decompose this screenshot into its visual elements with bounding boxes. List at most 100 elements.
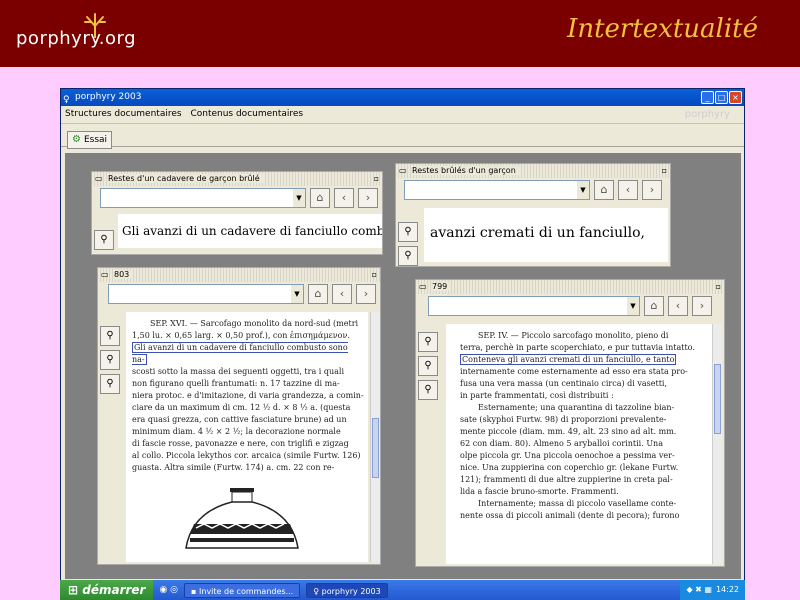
quick-launch-icons[interactable]: ◉ ◎ (159, 585, 178, 595)
text-line: guasta. Altra simile (Furtw. 174) a. cm.… (132, 463, 335, 472)
structure-combo[interactable]: ▼ (108, 284, 304, 304)
highlighted-passage[interactable]: Conteneva gli avanzi cremati di un fanci… (460, 354, 677, 365)
start-button[interactable]: ⊞ démarrer (60, 580, 154, 600)
clock: 14:22 (715, 585, 739, 594)
text-line: nente ossa di piccoli animali (dente di … (460, 511, 680, 520)
home-button[interactable]: ⌂ (644, 296, 664, 316)
text-line: 121); frammenti di due altre zuppierine … (460, 475, 673, 484)
frame-restes-cadavere[interactable]: ▭ Restes d'un cadavere de garçon brûlé ▫… (91, 171, 383, 255)
menu-contenus[interactable]: Contenus documentaires (190, 109, 303, 119)
windows-flag-icon: ⊞ (68, 583, 83, 597)
site-logo[interactable]: porphyry.org (16, 28, 136, 49)
text-line: in parte frammentati, così distribuiti : (460, 391, 614, 400)
zoom-in-icon[interactable]: ⚲ (398, 222, 418, 242)
text-line: Internamente; massa di piccolo vasellame… (478, 499, 677, 508)
essai-label: Essai (83, 134, 108, 145)
text-line: di fascie rosse, pavonazze e nere, con t… (132, 439, 349, 448)
window-title: porphyry 2003 (75, 92, 142, 102)
zoom-in-icon[interactable]: ⚲ (100, 326, 120, 346)
prev-button[interactable]: ‹ (668, 296, 688, 316)
chevron-down-icon: ▼ (577, 181, 589, 199)
text-line: 1,50 lu. × 0,65 larg. × 0,50 prof.), con… (132, 331, 350, 340)
structure-combo[interactable]: ▼ (428, 296, 640, 316)
maximize-icon[interactable]: ▫ (662, 164, 667, 178)
home-button[interactable]: ⌂ (308, 284, 328, 304)
maximize-icon[interactable]: ▫ (716, 280, 721, 294)
next-button[interactable]: › (692, 296, 712, 316)
window-titlebar[interactable]: ♀ porphyry 2003 _ □ × (61, 89, 744, 106)
zoom-out-icon[interactable]: ⚲ (418, 356, 438, 376)
vertical-scrollbar[interactable] (712, 324, 722, 564)
text-line: Conteneva gli avanzi cremati di un fanci… (460, 354, 708, 366)
text-line: SEP. XVI. — Sarcofago monolito da nord-s… (150, 319, 359, 328)
text-line: ciare da un maximum di cm. 12 ½ d. × 8 ½… (132, 403, 351, 412)
prev-button[interactable]: ‹ (334, 188, 354, 208)
prev-button[interactable]: ‹ (332, 284, 352, 304)
frame-restes-brules[interactable]: ▭ Restes brûlés d'un garçon ▫ ▼ ⌂ ‹ › ⚲ … (395, 163, 671, 267)
scroll-thumb[interactable] (714, 364, 721, 434)
essai-button[interactable]: ⚙ Essai (67, 130, 113, 149)
chevron-down-icon: ▼ (291, 285, 303, 303)
text-line: 62 con diam. 80). Almeno 5 aryballoi cor… (460, 439, 663, 448)
start-label: démarrer (82, 583, 146, 597)
home-button[interactable]: ⌂ (310, 188, 330, 208)
structure-combo[interactable]: ▼ (404, 180, 590, 200)
text-line: non figurano quelli frantumati: n. 17 ta… (132, 379, 340, 388)
text-line: internamente come esternamente ad esso e… (460, 367, 688, 376)
zoom-out-icon[interactable]: ⚲ (398, 246, 418, 266)
taskbar: ⊞ démarrer ◉ ◎ ▪ Invite de commandes... … (60, 580, 745, 600)
menu-bar: Structures documentaires Contenus docume… (61, 106, 744, 123)
frame-titlebar[interactable]: ▭ 803 ▫ (98, 268, 380, 282)
menu-structures[interactable]: Structures documentaires (65, 109, 182, 119)
minimize-button[interactable]: _ (701, 91, 714, 104)
frame-title: 799 (432, 282, 452, 291)
maximize-button[interactable]: □ (715, 91, 728, 104)
close-button[interactable]: × (729, 91, 742, 104)
slide-title: Intertextualité (567, 14, 758, 44)
run-icon: ⚙ (72, 134, 81, 145)
zoom-fit-icon[interactable]: ⚲ (418, 380, 438, 400)
next-button[interactable]: › (642, 180, 662, 200)
porphyry-app-icon: ♀ (313, 586, 322, 596)
document-page: SEP. XVI. — Sarcofago monolito da nord-s… (126, 312, 368, 562)
frame-titlebar[interactable]: ▭ Restes brûlés d'un garçon ▫ (396, 164, 670, 178)
zoom-out-icon[interactable]: ⚲ (100, 350, 120, 370)
chevron-down-icon: ▼ (293, 189, 305, 207)
text-line: olpe piccola gr. Una piccola oenochoe a … (460, 451, 675, 460)
frame-title: Restes brûlés d'un garçon (412, 166, 520, 175)
document-icon: ▭ (419, 282, 427, 291)
next-button[interactable]: › (358, 188, 378, 208)
scroll-thumb[interactable] (372, 418, 379, 478)
task-label: Invite de commandes... (199, 586, 294, 596)
text-line: lida a fascie bruno-smorte. Frammenti. (460, 487, 619, 496)
prev-button[interactable]: ‹ (618, 180, 638, 200)
tray-icons[interactable]: ◆ ✖ ▦ (686, 580, 712, 600)
structure-combo[interactable]: ▼ (100, 188, 306, 208)
frame-titlebar[interactable]: ▭ Restes d'un cadavere de garçon brûlé ▫ (92, 172, 382, 186)
frame-page-803[interactable]: ▭ 803 ▫ ▼ ⌂ ‹ › ⚲ ⚲ ⚲ SEP. XVI. — Sarcof… (97, 267, 381, 565)
task-label: porphyry 2003 (321, 586, 381, 596)
highlighted-passage[interactable]: Gli avanzi di un cadavere di fanciullo c… (132, 342, 348, 365)
zoom-in-icon[interactable]: ⚲ (418, 332, 438, 352)
document-icon: ▭ (95, 174, 103, 183)
task-porphyry[interactable]: ♀ porphyry 2003 (306, 582, 388, 598)
frame-page-799[interactable]: ▭ 799 ▫ ▼ ⌂ ‹ › ⚲ ⚲ ⚲ SEP. IV. — Piccolo… (415, 279, 725, 567)
system-tray: ◆ ✖ ▦ 14:22 (680, 580, 745, 600)
text-line: Gli avanzi di un cadavere di fanciullo c… (132, 342, 364, 366)
text-line: nice. Una zuppierina con coperchio gr. (… (460, 463, 679, 472)
zoom-in-icon[interactable]: ⚲ (94, 230, 114, 250)
text-line: era quasi grezza, con cattive fasciature… (132, 415, 347, 424)
zoom-fit-icon[interactable]: ⚲ (100, 374, 120, 394)
app-window: ♀ porphyry 2003 _ □ × Structures documen… (60, 88, 745, 584)
home-button[interactable]: ⌂ (594, 180, 614, 200)
chevron-down-icon: ▼ (627, 297, 639, 315)
frame-titlebar[interactable]: ▭ 799 ▫ (416, 280, 724, 294)
task-cmd[interactable]: ▪ Invite de commandes... (184, 582, 301, 598)
vase-illustration (185, 488, 299, 549)
next-button[interactable]: › (356, 284, 376, 304)
maximize-icon[interactable]: ▫ (374, 172, 379, 186)
vertical-scrollbar[interactable] (370, 312, 380, 562)
internal-desktop: ▭ Restes d'un cadavere de garçon brûlé ▫… (65, 153, 741, 579)
main-toolbar: ⚙ Essai (61, 123, 744, 149)
maximize-icon[interactable]: ▫ (372, 268, 377, 282)
